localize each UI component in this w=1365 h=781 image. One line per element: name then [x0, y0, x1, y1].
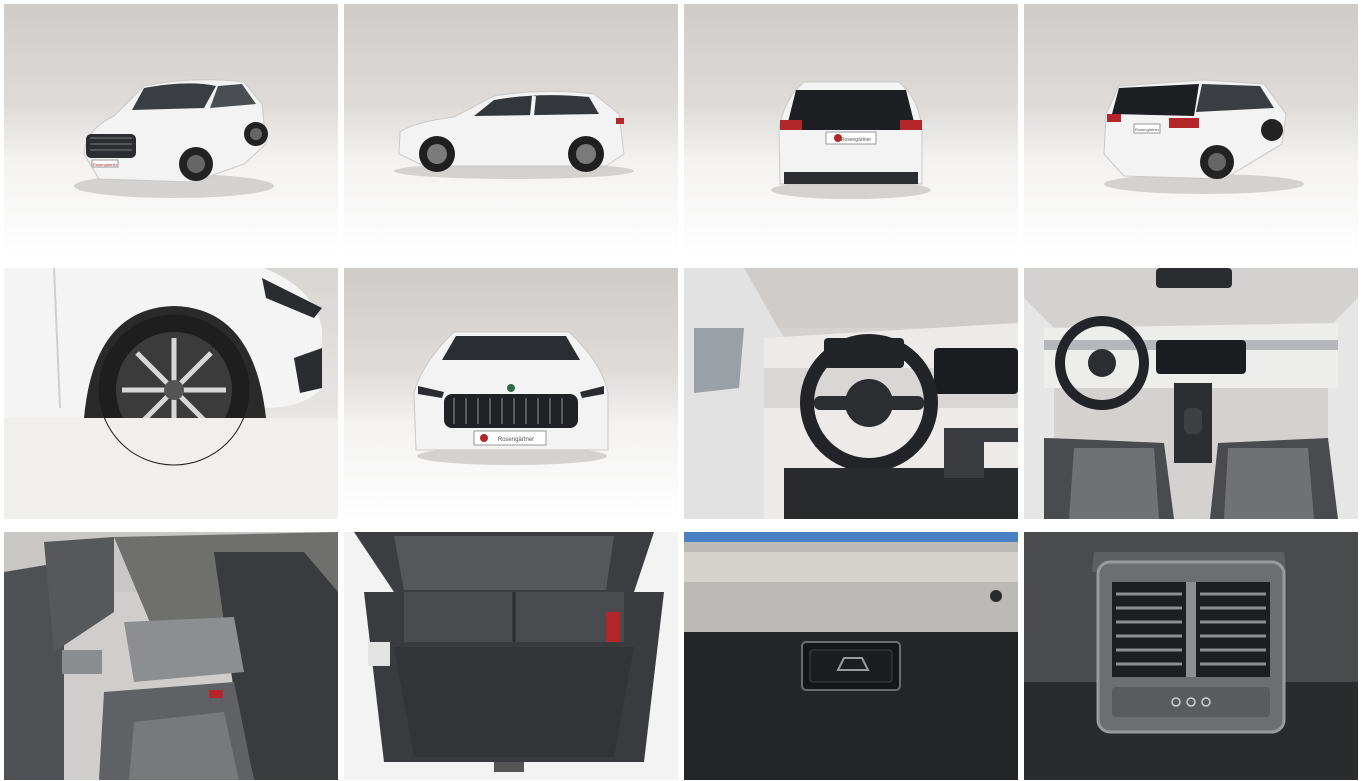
plate-text: Rosengärtner — [841, 137, 872, 143]
trunk-open-image — [344, 532, 678, 780]
photo-gallery: Rosengärtner Rosengärtner Rosengärtner R… — [4, 4, 1359, 780]
photo-rear-seats[interactable] — [4, 532, 338, 780]
photo-dashboard-driver-view[interactable] — [684, 268, 1018, 519]
photo-front-view[interactable]: Rosengärtner — [344, 268, 678, 519]
tailgate-button-image — [684, 532, 1018, 780]
rear-seats-image — [4, 532, 338, 780]
photo-front-wheel-detail[interactable] — [4, 268, 338, 519]
car-front-three-quarter-image: Rosengärtner — [74, 79, 274, 198]
rear-air-vents-image — [1024, 532, 1358, 780]
car-side-profile-image — [394, 90, 634, 179]
car-rear-three-quarter-image: Rosengärtner — [1103, 79, 1304, 194]
plate-text: Rosengärtner — [498, 437, 534, 443]
photo-front-three-quarter[interactable]: Rosengärtner — [4, 4, 338, 255]
plate-text: Rosengärtner — [93, 162, 118, 167]
photo-rear-air-vents[interactable] — [1024, 532, 1358, 780]
front-wheel-detail-image — [4, 268, 338, 519]
photo-rear-view[interactable]: Rosengärtner — [684, 4, 1018, 255]
photo-side-profile[interactable] — [344, 4, 678, 255]
plate-text: Rosengärtner — [1135, 127, 1160, 132]
photo-trunk-open[interactable] — [344, 532, 678, 780]
car-front-view-image: Rosengärtner — [413, 331, 609, 465]
photo-rear-three-quarter[interactable]: Rosengärtner — [1024, 4, 1358, 255]
photo-tailgate-button[interactable] — [684, 532, 1018, 780]
dashboard-driver-view-image — [684, 268, 1018, 519]
car-rear-view-image: Rosengärtner — [771, 81, 931, 199]
photo-dashboard-center-view[interactable] — [1024, 268, 1358, 519]
dashboard-center-view-image — [1024, 268, 1358, 519]
